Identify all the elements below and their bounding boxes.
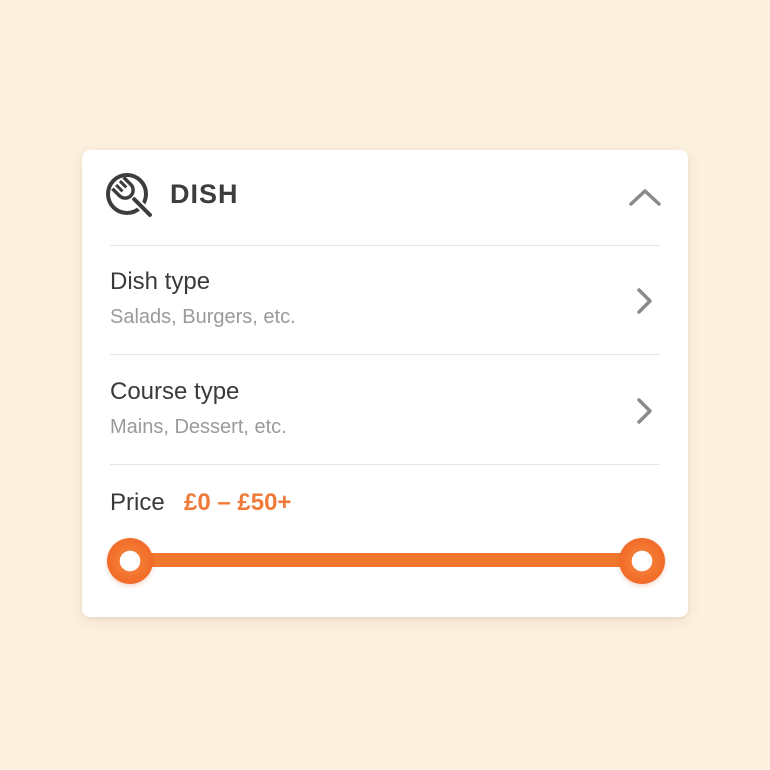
filter-subtitle: Mains, Dessert, etc. (110, 416, 287, 438)
price-slider-max-handle[interactable] (619, 538, 665, 584)
chevron-up-icon[interactable] (626, 182, 664, 212)
chevron-right-icon (637, 398, 652, 424)
chevron-right-icon (637, 288, 652, 314)
price-label: Price (110, 489, 165, 516)
filter-row-dish-type[interactable]: Dish type Salads, Burgers, etc. (110, 246, 660, 354)
plate-fork-icon (106, 173, 155, 220)
panel-header[interactable]: DISH (82, 150, 688, 245)
price-slider-min-handle[interactable] (107, 538, 153, 584)
filter-title: Course type (110, 378, 240, 405)
filter-subtitle: Salads, Burgers, etc. (110, 306, 296, 328)
dish-filter-panel: DISH Dish type Salads, Burgers, etc. Cou… (82, 150, 688, 617)
price-range-value: £0 – £50+ (184, 489, 292, 516)
price-slider-track[interactable] (130, 553, 642, 567)
divider (110, 354, 660, 355)
filter-row-course-type[interactable]: Course type Mains, Dessert, etc. (110, 356, 660, 464)
panel-title: DISH (170, 179, 239, 209)
filter-title: Dish type (110, 268, 211, 295)
divider (110, 464, 660, 465)
